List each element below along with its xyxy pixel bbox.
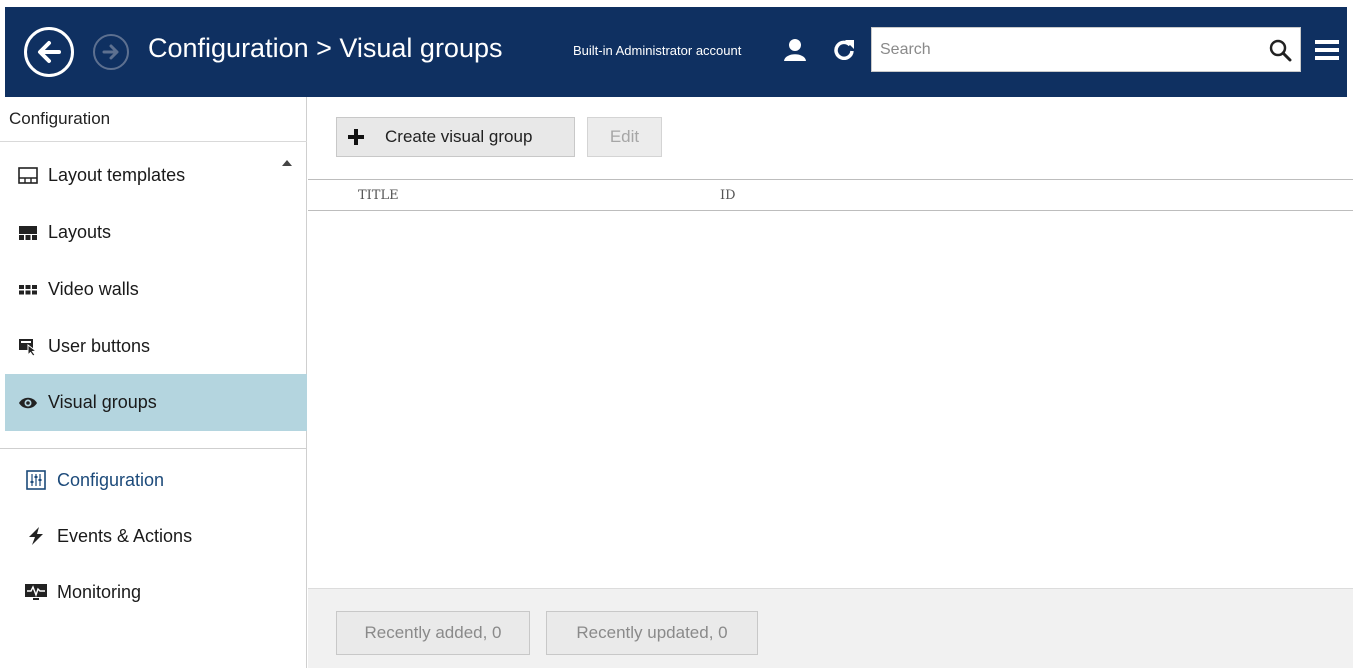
sidebar-item-layouts[interactable]: Layouts: [5, 204, 307, 261]
mode-configuration[interactable]: Configuration: [5, 458, 307, 502]
sidebar-item-label: Layouts: [48, 222, 112, 242]
mode-label: Configuration: [57, 469, 165, 490]
recently-updated-button[interactable]: Recently updated, 0: [546, 611, 758, 655]
edit-button[interactable]: Edit: [587, 117, 662, 157]
arrow-left-icon: [38, 41, 61, 63]
mode-label: Monitoring: [57, 581, 142, 602]
user-button-icon: [18, 337, 38, 357]
account-name[interactable]: Built-in Administrator account: [573, 43, 741, 58]
refresh-icon[interactable]: [833, 38, 855, 60]
column-header-title[interactable]: TITLE: [358, 188, 399, 203]
sidebar-item-label: User buttons: [48, 336, 151, 356]
footer-bar: Recently added, 0 Recently updated, 0: [308, 588, 1353, 668]
sidebar-item-visual-groups[interactable]: Visual groups: [5, 374, 307, 431]
app-header: Configuration > Visual groups Built-in A…: [5, 7, 1347, 97]
monitoring-icon: [25, 581, 47, 603]
create-visual-group-button[interactable]: Create visual group: [336, 117, 575, 157]
mode-monitoring[interactable]: Monitoring: [5, 570, 307, 614]
create-visual-group-label: Create visual group: [385, 127, 533, 146]
sidebar-item-label: Video walls: [48, 279, 139, 299]
sidebar-item-video-walls[interactable]: Video walls: [5, 261, 307, 318]
page-title: Configuration > Visual groups: [148, 33, 503, 63]
sidebar-divider: [0, 141, 307, 142]
arrow-right-icon: [102, 44, 119, 60]
main-panel: Create visual group Edit TITLE ID Recent…: [308, 97, 1353, 668]
sidebar-title: Configuration: [9, 109, 111, 128]
layouts-icon: [18, 223, 38, 243]
search-box: [871, 27, 1301, 72]
sidebar-divider: [0, 448, 307, 449]
sidebar-item-label: Layout templates: [48, 165, 186, 185]
sidebar-item-label: Visual groups: [48, 392, 157, 412]
video-wall-icon: [18, 280, 38, 300]
back-button[interactable]: [24, 27, 74, 77]
recently-added-button[interactable]: Recently added, 0: [336, 611, 530, 655]
sidebar-item-user-buttons[interactable]: User buttons: [5, 318, 307, 375]
eye-icon: [18, 393, 38, 413]
search-icon[interactable]: [1268, 38, 1292, 62]
mode-label: Events & Actions: [57, 525, 193, 546]
search-input[interactable]: [872, 28, 1252, 71]
layout-template-icon: [18, 166, 38, 186]
sidebar: Configuration Layout templates Layouts V…: [0, 97, 307, 668]
lightning-icon: [25, 525, 47, 547]
user-icon[interactable]: [783, 37, 807, 61]
mode-events-actions[interactable]: Events & Actions: [5, 514, 307, 558]
forward-button[interactable]: [93, 34, 129, 70]
column-header-id[interactable]: ID: [720, 188, 736, 203]
table-header: TITLE ID: [308, 180, 1353, 211]
hamburger-menu-icon[interactable]: [1313, 38, 1341, 62]
configuration-icon: [25, 469, 47, 491]
plus-icon: [348, 129, 364, 145]
sidebar-item-layout-templates[interactable]: Layout templates: [5, 147, 307, 204]
